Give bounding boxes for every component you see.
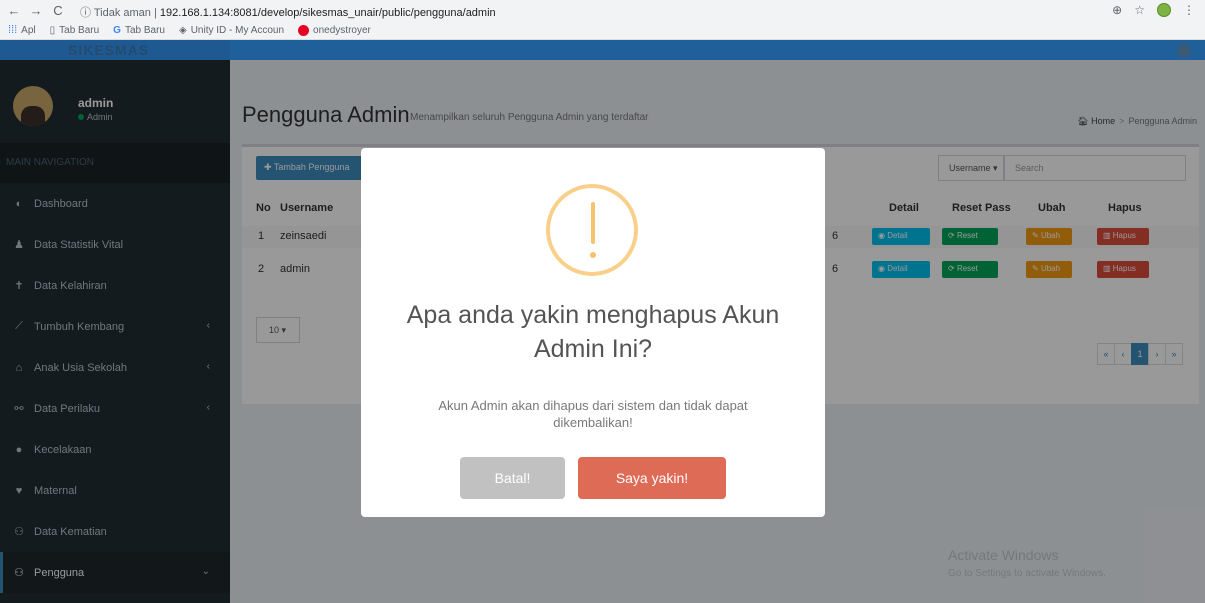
dialog-title: Apa anda yakin menghapus Akun Admin Ini? <box>406 301 780 363</box>
back-icon[interactable]: ← <box>6 3 22 18</box>
profile-avatar[interactable] <box>1157 3 1171 17</box>
bookmarks-bar: ⁞⁞⁞ Apl ▯ Tab Baru G Tab Baru ◈ Unity ID - M… <box>0 20 1205 40</box>
google-icon: G <box>113 24 121 36</box>
app-logo[interactable]: SIKESMAS <box>0 40 230 60</box>
page-icon: ▯ <box>49 24 56 36</box>
menu-dots-icon[interactable]: ⋮ <box>1183 3 1195 17</box>
info-icon[interactable]: ⓘ <box>80 7 91 19</box>
unity-icon: ◈ <box>178 24 187 36</box>
pinterest-icon <box>298 24 310 36</box>
url-security-label: Tidak aman <box>93 7 151 19</box>
dialog-message: Akun Admin akan dihapus dari sistem dan … <box>438 398 748 430</box>
bookmark-pinterest[interactable]: onedystroyer <box>298 24 371 36</box>
bookmark-apps[interactable]: ⁞⁞⁞ Apl <box>8 24 36 36</box>
cancel-button[interactable]: Batal! <box>460 457 565 499</box>
apps-grid-icon: ⁞⁞⁞ <box>8 24 18 36</box>
reload-icon[interactable]: C <box>50 3 66 18</box>
bookmark-tab-1[interactable]: ▯ Tab Baru <box>50 25 100 36</box>
forward-icon[interactable]: → <box>28 3 44 18</box>
browser-toolbar: ← → C ⓘ Tidak aman | 192.168.1.134:8081/… <box>0 0 1205 40</box>
navbar-user-avatar[interactable] <box>1177 44 1191 58</box>
url-text: 192.168.1.134:8081/develop/sikesmas_unai… <box>159 7 496 19</box>
bookmark-unity[interactable]: ◈ Unity ID - My Accoun <box>179 25 284 36</box>
app-navbar <box>230 40 1205 60</box>
confirm-delete-dialog: Apa anda yakin menghapus Akun Admin Ini?… <box>361 148 825 517</box>
confirm-button[interactable]: Saya yakin! <box>578 457 726 499</box>
bookmark-star-icon[interactable]: ☆ <box>1134 3 1145 17</box>
warning-icon <box>546 184 638 276</box>
address-bar[interactable]: ⓘ Tidak aman | 192.168.1.134:8081/develo… <box>80 4 496 20</box>
zoom-icon[interactable]: ⊕ <box>1112 3 1122 17</box>
bookmark-tab-2[interactable]: G Tab Baru <box>113 25 165 36</box>
